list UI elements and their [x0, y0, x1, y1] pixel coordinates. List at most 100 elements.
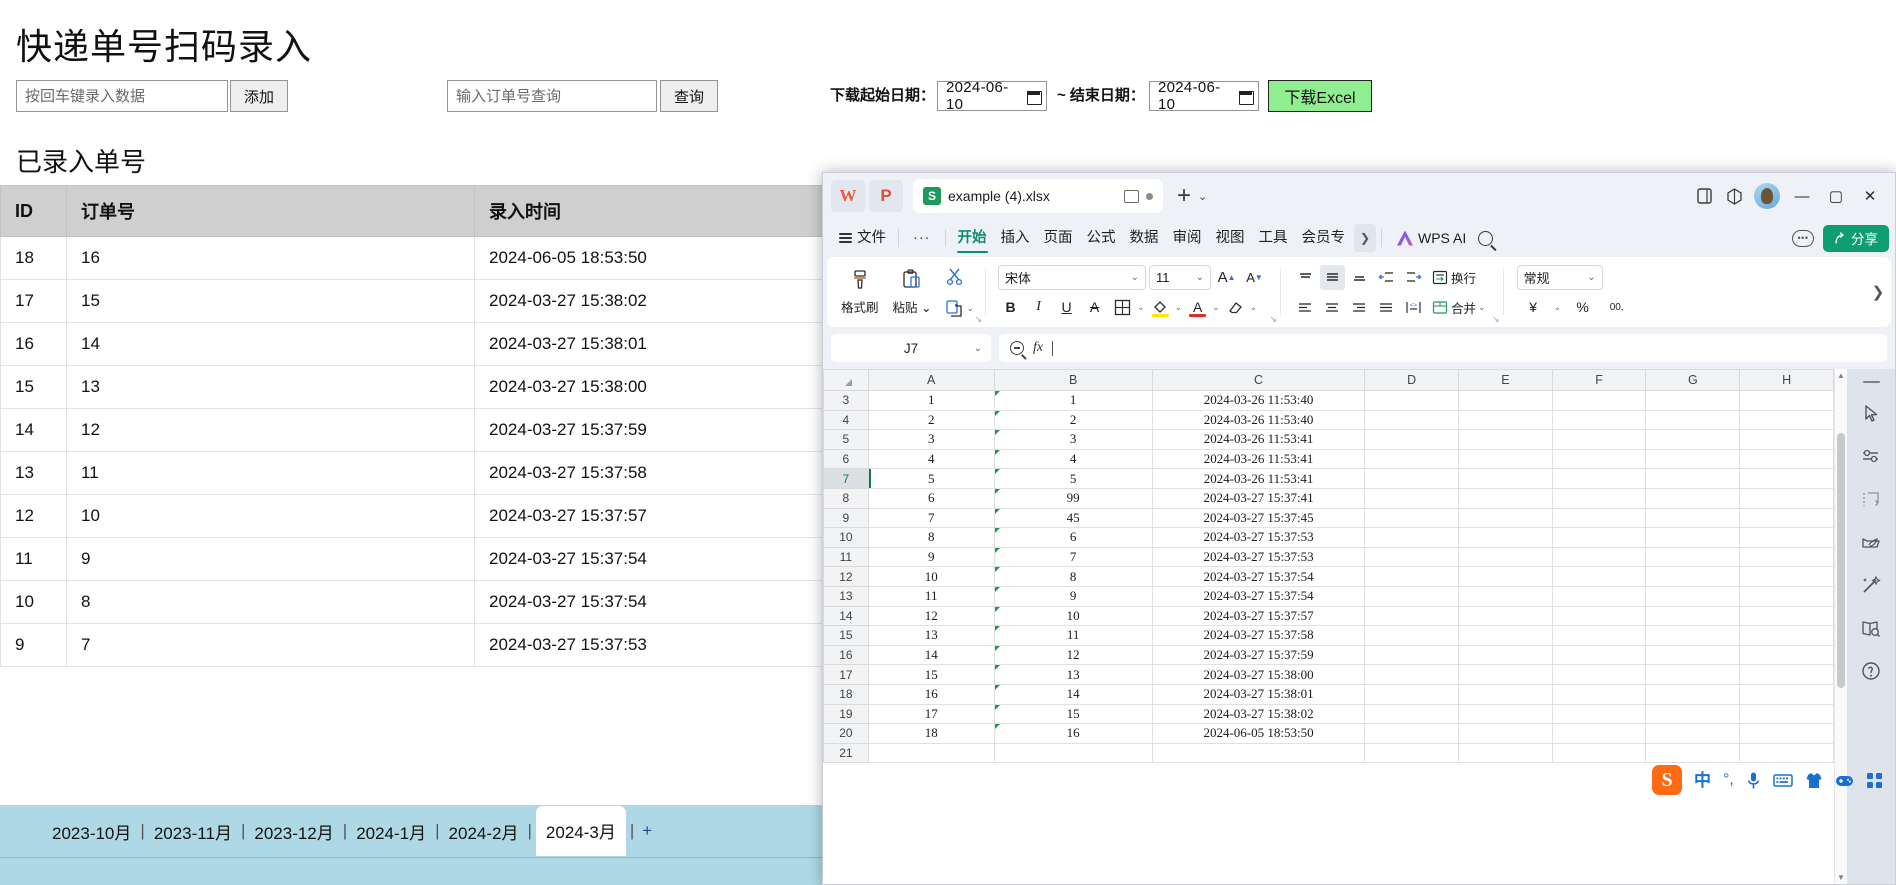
vertical-scrollbar[interactable]: ▲ ▼ [1834, 369, 1847, 884]
cell-E21[interactable] [1458, 742, 1553, 764]
cell-D14[interactable] [1364, 605, 1460, 627]
wrap-text-button[interactable]: 换行 [1428, 265, 1480, 290]
align-top-button[interactable] [1293, 265, 1318, 290]
column-header-a[interactable]: A [867, 369, 995, 391]
new-tab-button[interactable]: + [1177, 184, 1191, 208]
alignment-dialog-launcher[interactable]: ↘ [1492, 314, 1500, 325]
cell-A17[interactable]: 15 [867, 664, 995, 685]
wps-pdf-icon[interactable]: P [869, 180, 903, 212]
number-format-select[interactable]: 常规 ⌄ [1516, 264, 1603, 290]
cell-D9[interactable] [1364, 507, 1460, 529]
cell-D21[interactable] [1364, 742, 1460, 764]
row-header-3[interactable]: 3 [823, 390, 869, 411]
cell-D11[interactable] [1364, 546, 1460, 568]
cell-D12[interactable] [1364, 566, 1460, 587]
cell-B6[interactable]: 4 [993, 448, 1153, 470]
cell-H16[interactable] [1739, 644, 1834, 666]
cell-A4[interactable]: 2 [867, 409, 995, 431]
close-button[interactable]: ✕ [1853, 181, 1887, 211]
cell-E3[interactable] [1458, 390, 1553, 411]
row-header-8[interactable]: 8 [823, 487, 869, 509]
cell-B5[interactable]: 3 [993, 429, 1153, 450]
italic-button[interactable]: I [1026, 295, 1051, 320]
help-icon[interactable] [1858, 658, 1884, 684]
cell-G20[interactable] [1645, 723, 1741, 744]
cell-F15[interactable] [1551, 625, 1647, 646]
cell-A3[interactable]: 1 [867, 390, 995, 411]
cell-C9[interactable]: 2024-03-27 15:37:45 [1151, 507, 1366, 529]
copy-dropdown-caret[interactable]: ⌄ [966, 303, 974, 314]
merge-cells-button[interactable]: 合并 ⌄ [1428, 295, 1490, 320]
cell-C18[interactable]: 2024-03-27 15:38:01 [1151, 683, 1366, 705]
cell-C13[interactable]: 2024-03-27 15:37:54 [1151, 585, 1366, 607]
cell-B4[interactable]: 2 [993, 409, 1153, 431]
menu-审阅[interactable]: 审阅 [1166, 219, 1209, 257]
cell-A18[interactable]: 16 [867, 683, 995, 705]
chevron-down-icon[interactable]: ⌄ [1198, 190, 1207, 203]
menu-overflow-button[interactable]: ❯ [1354, 224, 1376, 252]
row-header-19[interactable]: 19 [823, 703, 869, 725]
align-middle-button[interactable] [1320, 264, 1346, 290]
search-icon[interactable] [1478, 230, 1494, 246]
cell-H7[interactable] [1739, 468, 1834, 489]
font-dialog-launcher[interactable]: ↘ [1269, 314, 1277, 325]
cell-E15[interactable] [1458, 625, 1553, 646]
menu-开始[interactable]: 开始 [951, 219, 994, 257]
cell-C5[interactable]: 2024-03-26 11:53:41 [1151, 429, 1366, 450]
name-box[interactable]: J7 ⌄ [831, 334, 991, 362]
cell-A19[interactable]: 17 [867, 703, 995, 725]
currency-format-button[interactable]: ¥ [1521, 295, 1546, 320]
cell-G18[interactable] [1645, 683, 1741, 705]
cell-G17[interactable] [1645, 664, 1741, 685]
cell-B9[interactable]: 45 [993, 507, 1153, 529]
row-header-4[interactable]: 4 [823, 409, 869, 431]
cell-E9[interactable] [1458, 507, 1553, 529]
cell-H18[interactable] [1739, 683, 1834, 705]
cell-C6[interactable]: 2024-03-26 11:53:41 [1151, 448, 1366, 470]
language-toggle-icon[interactable]: 中 [1694, 772, 1711, 789]
start-date-input[interactable]: 2024-06-10 [937, 79, 1047, 113]
column-header-h[interactable]: H [1739, 369, 1834, 391]
cell-D4[interactable] [1364, 409, 1460, 431]
menu-插入[interactable]: 插入 [994, 219, 1037, 257]
align-bottom-button[interactable] [1347, 265, 1372, 290]
maximize-button[interactable]: ▢ [1819, 181, 1853, 211]
cell-F20[interactable] [1551, 723, 1647, 744]
cell-G4[interactable] [1645, 409, 1741, 431]
cell-F19[interactable] [1551, 703, 1647, 725]
row-header-16[interactable]: 16 [823, 644, 869, 666]
cell-B20[interactable]: 16 [993, 723, 1153, 744]
row-header-15[interactable]: 15 [823, 625, 869, 646]
column-header-g[interactable]: G [1645, 369, 1741, 391]
cell-E20[interactable] [1458, 723, 1553, 744]
column-header-e[interactable]: E [1458, 369, 1553, 391]
menu-视图[interactable]: 视图 [1209, 219, 1252, 257]
menu-工具[interactable]: 工具 [1252, 219, 1295, 257]
cell-A21[interactable] [867, 742, 995, 764]
cell-B15[interactable]: 11 [993, 625, 1153, 646]
cell-E14[interactable] [1458, 605, 1553, 627]
query-button[interactable]: 查询 [660, 80, 718, 112]
row-header-12[interactable]: 12 [823, 566, 869, 587]
cell-G11[interactable] [1645, 546, 1741, 568]
row-header-7[interactable]: 7 [823, 468, 869, 489]
cell-F5[interactable] [1551, 429, 1647, 450]
user-avatar[interactable] [1754, 183, 1780, 209]
cell-H4[interactable] [1739, 409, 1834, 431]
cell-D19[interactable] [1364, 703, 1460, 725]
cell-F13[interactable] [1551, 585, 1647, 607]
punctuation-toggle-icon[interactable]: °, [1723, 772, 1734, 788]
scan-input[interactable] [16, 80, 228, 112]
game-icon[interactable] [1835, 773, 1854, 788]
sidebar-toggle-icon[interactable] [1689, 181, 1719, 211]
scroll-down-arrow[interactable]: ▼ [1835, 871, 1847, 884]
wps-writer-icon[interactable]: W [831, 180, 865, 212]
cell-A10[interactable]: 8 [867, 527, 995, 548]
cell-C12[interactable]: 2024-03-27 15:37:54 [1151, 566, 1366, 587]
sheet-tab-2023-12月[interactable]: 2023-12月 [247, 815, 340, 848]
cell-C10[interactable]: 2024-03-27 15:37:53 [1151, 527, 1366, 548]
calendar-icon[interactable] [1239, 89, 1254, 105]
cell-G14[interactable] [1645, 605, 1741, 627]
paste-button[interactable]: 粘贴 ⌄ [886, 268, 939, 316]
font-name-select[interactable]: 宋体 ⌄ [998, 264, 1147, 290]
